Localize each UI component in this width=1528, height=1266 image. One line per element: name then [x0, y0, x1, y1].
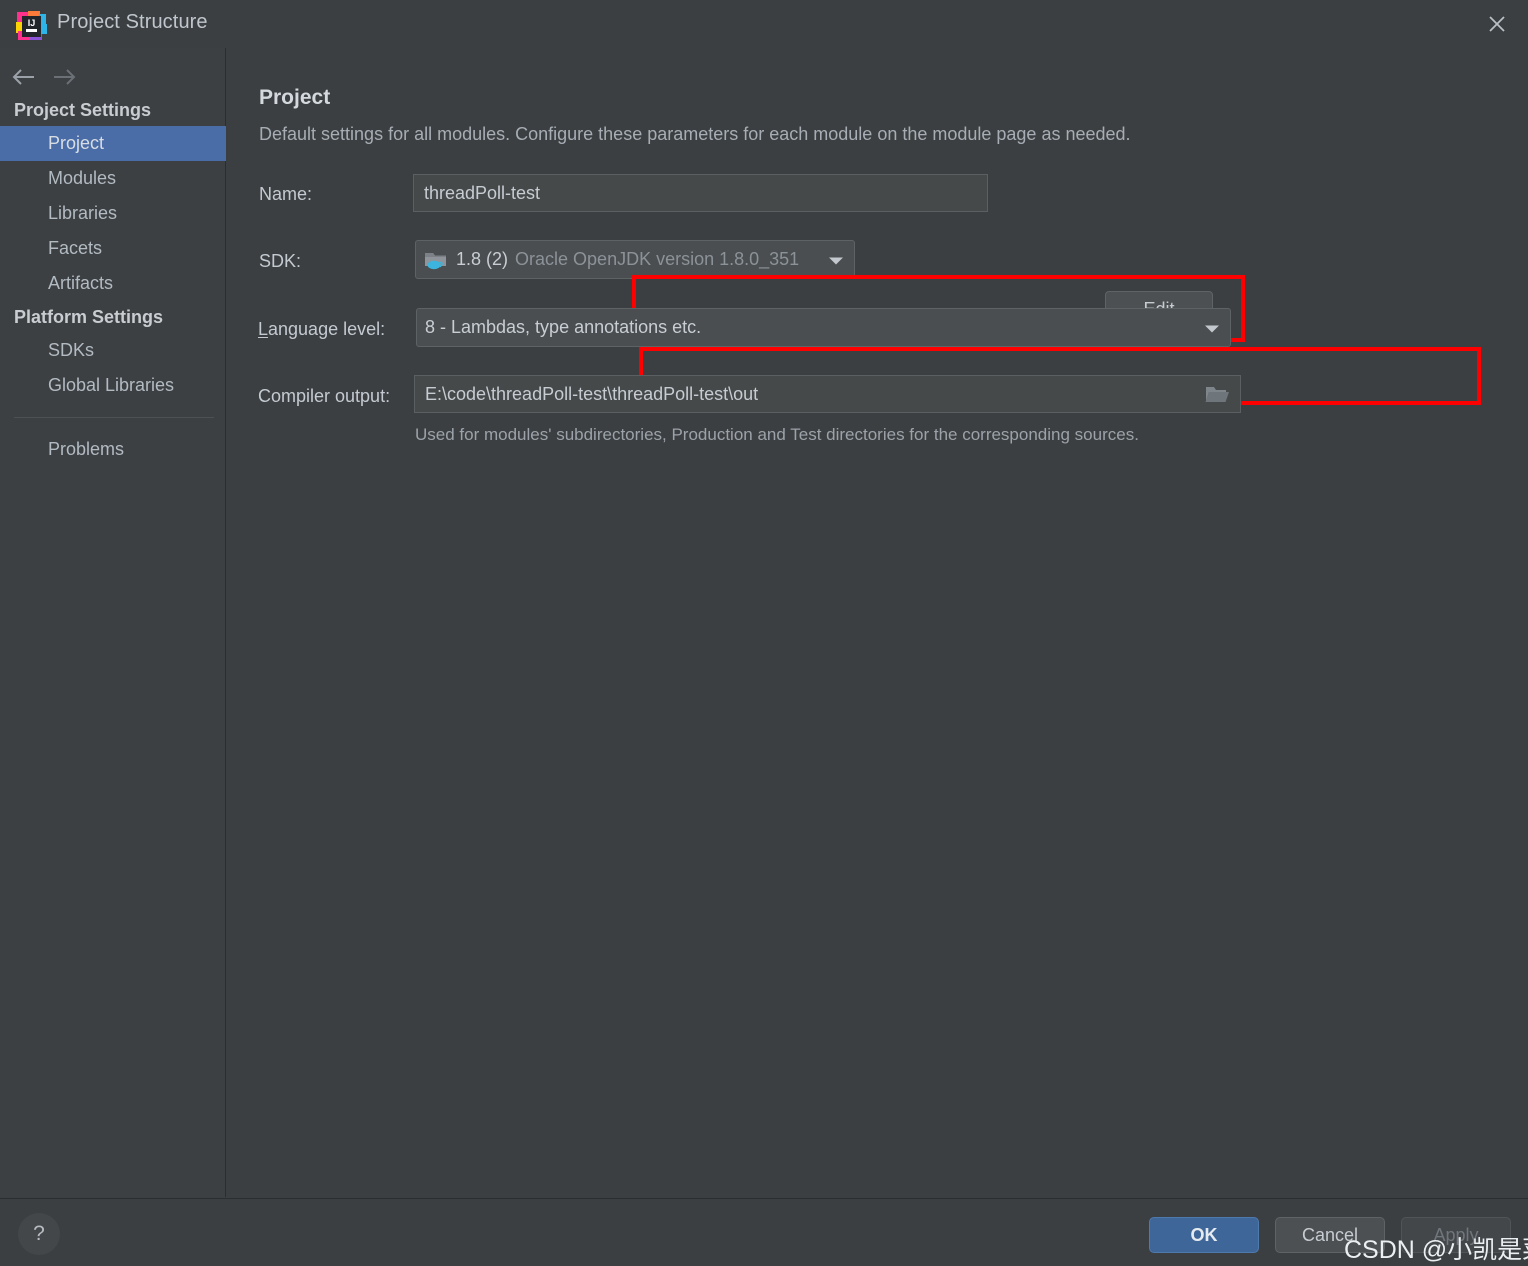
language-level-label: Language level: — [258, 319, 386, 339]
arrow-left-icon[interactable] — [8, 64, 40, 90]
project-structure-dialog: IJ Project Structure Project Settings Pr… — [0, 0, 1528, 1266]
settings-sidebar: Project Settings Project Modules Librari… — [0, 48, 226, 1197]
sdk-value: 1.8 (2) — [456, 249, 509, 269]
help-question-icon[interactable]: ? — [18, 1213, 60, 1255]
chevron-down-icon[interactable] — [828, 249, 844, 270]
sidebar-items: Project Settings Project Modules Librari… — [0, 94, 226, 467]
sidebar-item-sdks[interactable]: SDKs — [0, 333, 226, 368]
language-level-value: 8 - Lambdas, type annotations etc. — [425, 317, 702, 337]
page-title: Project — [259, 86, 331, 109]
chevron-down-icon[interactable] — [1204, 317, 1220, 338]
sidebar-nav-buttons — [0, 56, 226, 98]
name-label: Name: — [259, 184, 313, 204]
sdk-combobox[interactable]: 1.8 (2) Oracle OpenJDK version 1.8.0_351 — [415, 240, 855, 279]
sidebar-item-libraries[interactable]: Libraries — [0, 196, 226, 231]
sdk-value-secondary: Oracle OpenJDK version 1.8.0_351 — [515, 249, 800, 269]
sidebar-item-problems[interactable]: Problems — [0, 432, 226, 467]
close-icon[interactable] — [1466, 0, 1528, 48]
cancel-button[interactable]: Cancel — [1275, 1217, 1385, 1253]
sidebar-group-title-platform-settings: Platform Settings — [14, 307, 164, 327]
page-description: Default settings for all modules. Config… — [259, 124, 1131, 144]
arrow-right-icon[interactable] — [48, 64, 80, 90]
sidebar-item-project[interactable]: Project — [0, 126, 226, 161]
sdk-label: SDK: — [259, 251, 302, 271]
sidebar-item-facets[interactable]: Facets — [0, 231, 226, 266]
sidebar-item-global-libraries[interactable]: Global Libraries — [0, 368, 226, 403]
open-folder-icon[interactable] — [1194, 376, 1240, 412]
compiler-output-input[interactable]: E:\code\threadPoll-test\threadPoll-test\… — [414, 375, 1241, 413]
svg-text:IJ: IJ — [28, 18, 36, 28]
project-settings-panel: Project Default settings for all modules… — [227, 48, 1528, 1197]
jdk-folder-icon — [424, 249, 448, 271]
title-bar: IJ Project Structure — [0, 0, 1528, 48]
project-name-input[interactable]: threadPoll-test — [413, 174, 988, 212]
compiler-output-value: E:\code\threadPoll-test\threadPoll-test\… — [425, 383, 759, 404]
ok-button[interactable]: OK — [1149, 1217, 1259, 1253]
sidebar-divider — [14, 417, 214, 418]
sidebar-item-modules[interactable]: Modules — [0, 161, 226, 196]
window-title: Project Structure — [57, 11, 208, 33]
project-name-value: threadPoll-test — [424, 182, 541, 203]
compiler-output-label: Compiler output: — [258, 386, 391, 406]
sidebar-group-title-project-settings: Project Settings — [14, 100, 152, 120]
apply-button[interactable]: Apply — [1401, 1217, 1511, 1253]
language-level-combobox[interactable]: 8 - Lambdas, type annotations etc. — [416, 308, 1231, 347]
intellij-idea-logo-icon: IJ — [14, 10, 48, 42]
compiler-output-hint: Used for modules' subdirectories, Produc… — [415, 425, 1139, 444]
sidebar-item-artifacts[interactable]: Artifacts — [0, 266, 226, 301]
